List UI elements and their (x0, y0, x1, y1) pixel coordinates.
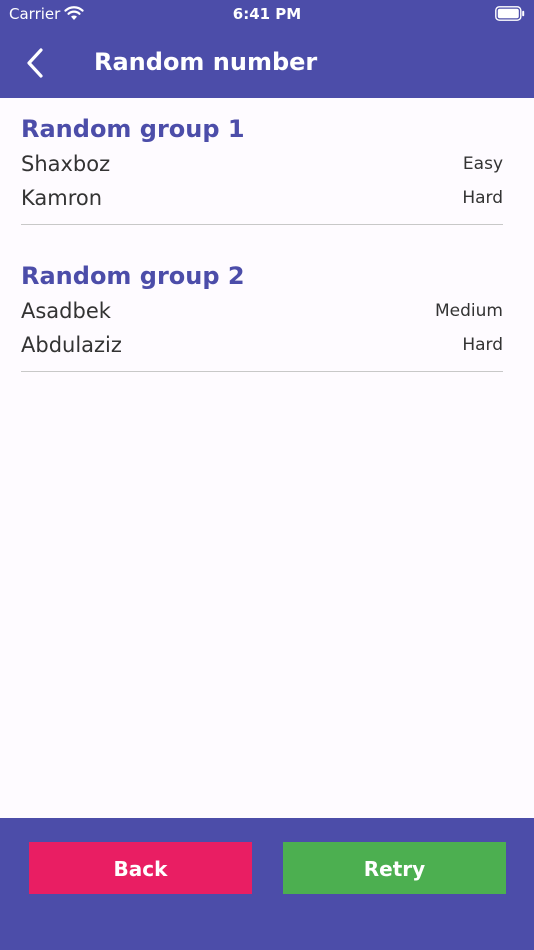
group-card: Random group 2 Asadbek Medium Abdulaziz … (21, 245, 503, 392)
group-divider (21, 371, 503, 372)
bottom-bar: Back Retry (0, 818, 534, 950)
retry-button[interactable]: Retry (283, 842, 506, 894)
member-name: Asadbek (21, 299, 111, 323)
groups-list: Random group 1 Shaxboz Easy Kamron Hard … (21, 98, 503, 392)
group-card: Random group 1 Shaxboz Easy Kamron Hard (21, 98, 503, 245)
battery-icon (495, 6, 525, 21)
member-level: Easy (462, 154, 503, 174)
member-name: Abdulaziz (21, 333, 122, 357)
page-title: Random number (94, 48, 318, 76)
member-level: Hard (462, 188, 503, 208)
chevron-left-icon[interactable] (22, 46, 50, 80)
member-name: Kamron (21, 186, 103, 210)
member-row: Asadbek Medium (21, 296, 503, 326)
back-button[interactable]: Back (29, 842, 252, 894)
group-title: Random group 1 (21, 115, 245, 143)
member-row: Abdulaziz Hard (21, 330, 503, 360)
member-row: Shaxboz Easy (21, 149, 503, 179)
member-level: Hard (462, 335, 503, 355)
member-level: Medium (435, 301, 503, 321)
app-header: Carrier 6:41 PM Random number (0, 0, 534, 98)
status-bar: Carrier 6:41 PM (0, 0, 534, 28)
group-title: Random group 2 (21, 262, 245, 290)
member-name: Shaxboz (21, 152, 111, 176)
status-time: 6:41 PM (232, 5, 302, 23)
group-divider (21, 224, 503, 225)
member-row: Kamron Hard (21, 183, 503, 213)
